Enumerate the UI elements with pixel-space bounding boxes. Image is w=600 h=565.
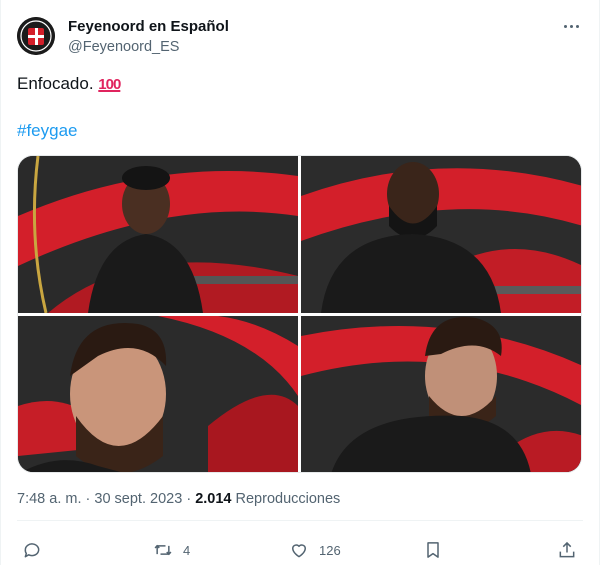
like-icon	[292, 544, 306, 558]
bookmark-button[interactable]	[423, 538, 443, 562]
tweet-text-content: Enfocado.	[17, 74, 94, 93]
views-label: Reproducciones	[235, 491, 341, 507]
photo-3[interactable]	[18, 316, 298, 472]
meta-separator: ·	[85, 491, 91, 507]
retweet-count: 4	[183, 542, 191, 558]
like-count: 126	[319, 542, 341, 558]
tweet-text: Enfocado. 100	[17, 74, 121, 94]
media-grid	[17, 155, 582, 473]
share-icon	[559, 541, 575, 558]
retweet-button[interactable]: 4	[153, 538, 190, 562]
tweet-date[interactable]: 30 sept. 2023	[94, 491, 182, 507]
meta-separator-2: ·	[186, 491, 192, 507]
tweet-time[interactable]: 7:48 a. m.	[17, 491, 81, 507]
avatar[interactable]	[17, 17, 55, 55]
bookmark-icon	[427, 542, 439, 558]
hundred-points-emoji: 100	[98, 76, 121, 93]
views-count: 2.014	[195, 491, 232, 507]
display-name[interactable]: Feyenoord en Español	[68, 18, 229, 35]
reply-button[interactable]	[22, 538, 42, 562]
tweet-card: Feyenoord en Español @Feyenoord_ES Enfoc…	[0, 0, 600, 565]
tweet-meta: 7:48 a. m. · 30 sept. 2023 · 2.014 Repro…	[17, 491, 340, 507]
hashtag-link[interactable]: #feygae	[17, 121, 78, 141]
share-button[interactable]	[557, 538, 577, 562]
divider	[17, 520, 583, 521]
photo-2[interactable]	[301, 156, 581, 313]
like-button[interactable]: 126	[289, 538, 341, 562]
handle[interactable]: @Feyenoord_ES	[68, 39, 179, 55]
reply-icon	[24, 543, 40, 558]
photo-1[interactable]	[18, 156, 298, 313]
retweet-icon	[154, 544, 172, 556]
more-icon[interactable]	[559, 15, 585, 37]
photo-4[interactable]	[301, 316, 581, 472]
